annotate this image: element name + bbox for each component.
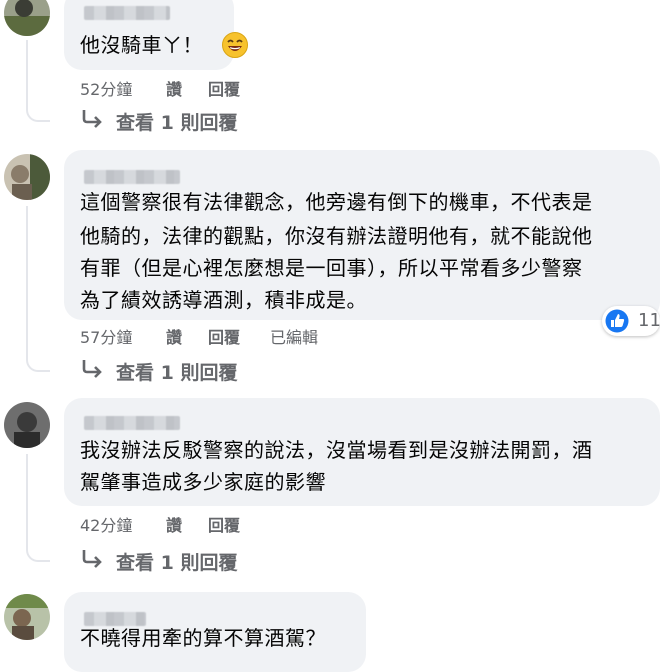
edited-label: 已編輯 (270, 328, 319, 347)
grinning-face-icon (222, 32, 248, 58)
reply-button[interactable]: 回覆 (208, 76, 240, 100)
commenter-name[interactable] (84, 416, 180, 430)
like-button[interactable]: 讚 (166, 324, 182, 348)
comment-text-line: 有罪（但是心裡怎麼想是一回事），所以平常看多少警察 (80, 256, 583, 280)
thread-line (26, 40, 28, 100)
comment-text: 不曉得用牽的算不算酒駕？ (80, 626, 326, 650)
like-button[interactable]: 讚 (166, 76, 182, 100)
comment-time[interactable]: 57分鐘 (80, 324, 132, 348)
commenter-name[interactable] (84, 6, 170, 20)
comment-text-line: 我沒辦法反駁警察的說法，沒當場看到是沒辦法開罰，酒 (80, 438, 593, 462)
commenter-avatar[interactable] (4, 402, 50, 448)
comment-text-line: 駕肇事造成多少家庭的影響 (80, 470, 326, 494)
thread-line (26, 454, 28, 540)
reply-arrow-icon (80, 548, 104, 575)
reaction-badge[interactable]: 11 (602, 306, 660, 336)
thread-connector (26, 100, 50, 122)
reaction-count: 11 (638, 310, 660, 331)
comment-text: 他沒騎車ㄚ！ (80, 33, 203, 57)
commenter-name[interactable] (84, 170, 180, 184)
comment-text-line: 這個警察很有法律觀念，他旁邊有倒下的機車，不代表是 (80, 190, 593, 214)
like-icon (605, 309, 631, 337)
comment-text-line: 他騎的，法律的觀點，你沒有辦法證明他有，就不能說他 (80, 224, 593, 248)
view-replies-label: 查看 1 則回覆 (116, 362, 238, 384)
commenter-avatar[interactable] (4, 154, 50, 200)
view-replies-label: 查看 1 則回覆 (116, 552, 238, 574)
thread-line (26, 206, 28, 350)
commenter-avatar[interactable] (4, 0, 50, 36)
reply-arrow-icon (80, 358, 104, 385)
reply-button[interactable]: 回覆 (208, 324, 240, 348)
reply-arrow-icon (80, 108, 104, 135)
comment-text-line: 為了績效誘導酒測，積非成是。 (80, 288, 367, 312)
thread-connector (26, 350, 50, 372)
view-replies-label: 查看 1 則回覆 (116, 112, 238, 134)
reply-button[interactable]: 回覆 (208, 512, 240, 536)
commenter-avatar[interactable] (4, 594, 50, 640)
comment-time[interactable]: 42分鐘 (80, 512, 132, 536)
like-button[interactable]: 讚 (166, 512, 182, 536)
thread-connector (26, 540, 50, 562)
comment-time[interactable]: 52分鐘 (80, 76, 132, 100)
